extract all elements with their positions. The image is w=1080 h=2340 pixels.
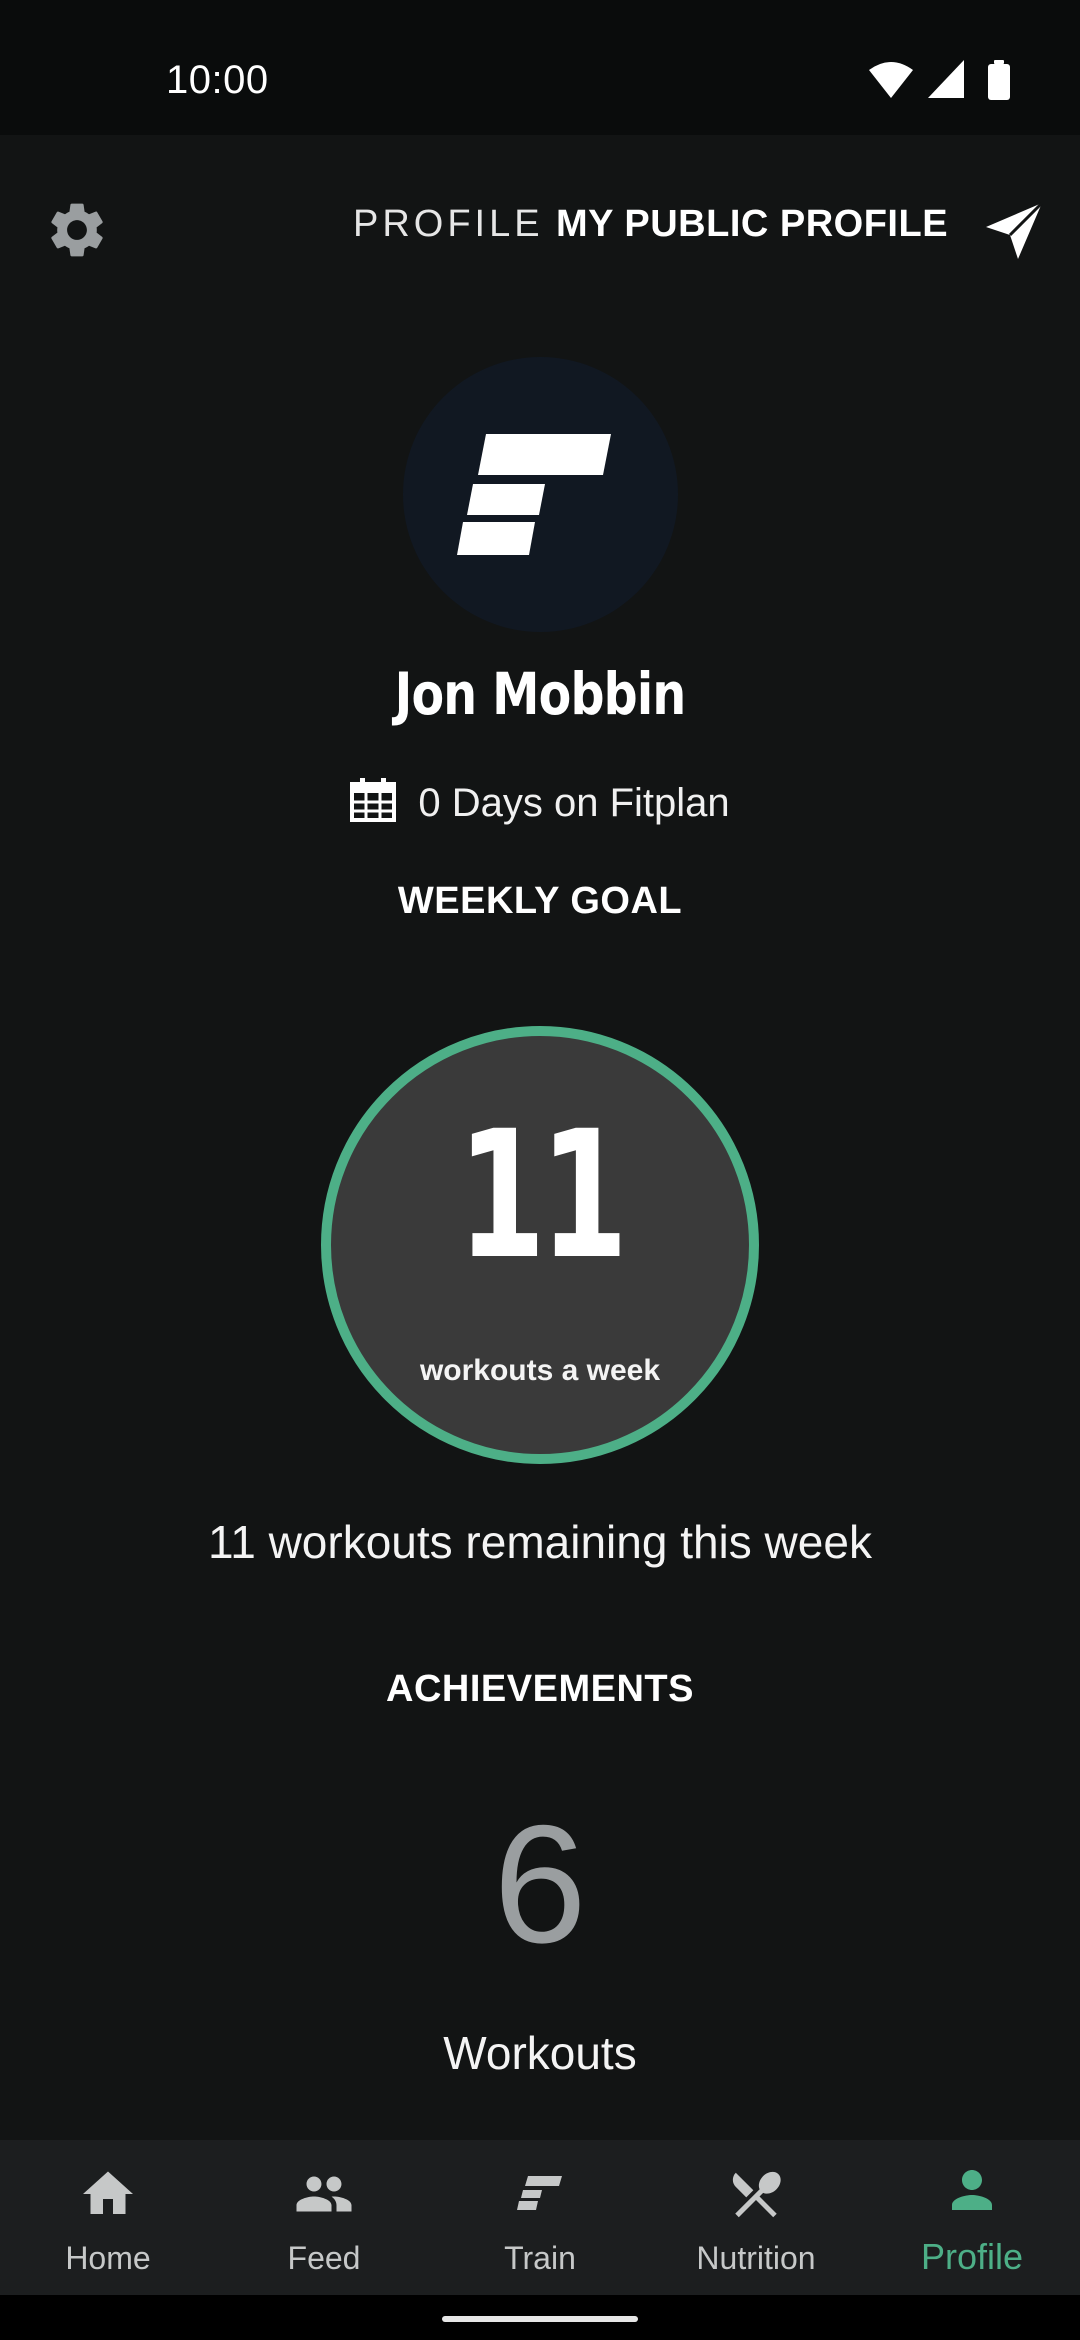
status-bar: 10:00	[0, 0, 1080, 135]
fitplan-logo-icon	[457, 434, 611, 555]
nav-label-home: Home	[65, 2240, 151, 2276]
nav-label-train: Train	[504, 2240, 576, 2276]
settings-button[interactable]	[44, 197, 110, 263]
gear-icon	[51, 203, 103, 257]
train-logo-icon	[517, 2176, 562, 2210]
home-indicator[interactable]	[442, 2316, 638, 2322]
avatar[interactable]	[403, 357, 678, 632]
nav-label-feed: Feed	[287, 2240, 361, 2276]
share-button[interactable]	[984, 201, 1044, 261]
achievements-title: ACHIEVEMENTS	[386, 1668, 694, 1710]
fork-knife-icon	[732, 2171, 781, 2218]
user-name: Jon Mobbin	[394, 660, 687, 728]
send-icon	[986, 201, 1044, 259]
achievements-value: 6	[493, 1790, 587, 1978]
home-icon	[83, 2171, 133, 2214]
achievements-label: Workouts	[443, 2027, 637, 2079]
people-icon	[296, 2176, 352, 2212]
weekly-goal-value: 11	[457, 1093, 629, 1298]
calendar-icon	[350, 778, 397, 822]
person-icon	[952, 2170, 992, 2210]
days-text: 0 Days on Fitplan	[418, 781, 730, 825]
days-on-fitplan: 0 Days on Fitplan	[0, 778, 1080, 826]
nav-item-train[interactable]: Train	[432, 2140, 648, 2295]
weekly-goal-title: WEEKLY GOAL	[397, 880, 683, 922]
top-app-bar: PROFILE MY PUBLIC PROFILE	[0, 135, 1080, 315]
nav-item-profile[interactable]: Profile	[864, 2140, 1080, 2295]
battery-icon	[988, 60, 1010, 100]
tab-my-public-profile[interactable]: MY PUBLIC PROFILE	[556, 203, 948, 246]
nav-item-nutrition[interactable]: Nutrition	[648, 2140, 864, 2295]
signal-icon	[928, 60, 964, 98]
bottom-nav: Home Feed Train Nutrition Profile	[0, 2140, 1080, 2295]
nav-label-profile: Profile	[920, 2236, 1024, 2277]
weekly-goal-ring[interactable]: 11 workouts a week	[321, 1026, 759, 1464]
weekly-goal-caption: workouts a week	[419, 1354, 661, 1387]
nav-item-home[interactable]: Home	[0, 2140, 216, 2295]
tab-profile[interactable]: PROFILE	[353, 203, 544, 246]
status-time: 10:00	[166, 58, 269, 102]
wifi-icon	[869, 62, 913, 98]
nav-item-feed[interactable]: Feed	[216, 2140, 432, 2295]
nav-label-nutrition: Nutrition	[696, 2240, 816, 2276]
workouts-remaining-text: 11 workouts remaining this week	[208, 1516, 872, 1568]
